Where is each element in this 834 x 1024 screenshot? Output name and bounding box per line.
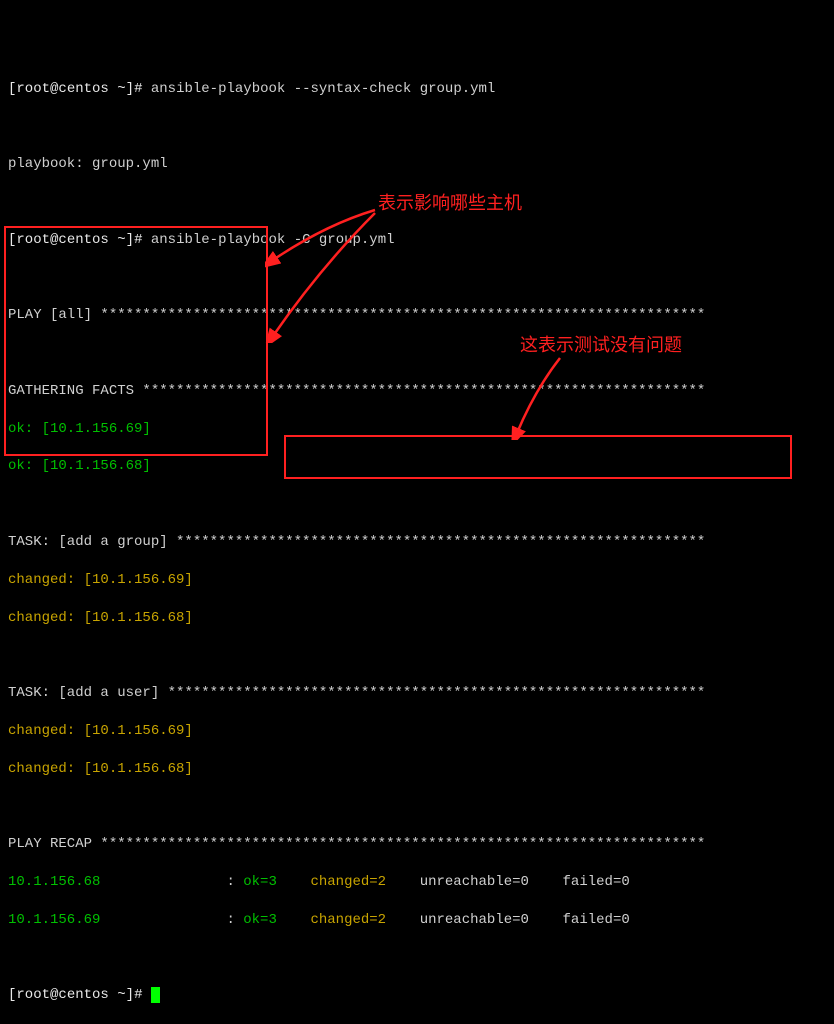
playbook-result: playbook: group.yml xyxy=(8,155,826,174)
task-1-changed-2: changed: [10.1.156.68] xyxy=(8,609,826,628)
blank-line xyxy=(8,797,826,816)
recap-row-1: 10.1.156.68 : ok=3 changed=2 unreachable… xyxy=(8,873,826,892)
gather-ok-2: ok: [10.1.156.68] xyxy=(8,457,826,476)
annotation-test-ok: 这表示测试没有问题 xyxy=(520,333,682,357)
task-2-changed-2: changed: [10.1.156.68] xyxy=(8,760,826,779)
recap-header: PLAY RECAP *****************************… xyxy=(8,835,826,854)
blank-line xyxy=(8,268,826,287)
task-2-changed-1: changed: [10.1.156.69] xyxy=(8,722,826,741)
command-text: ansible-playbook -C group.yml xyxy=(151,232,395,248)
prompt-line-3[interactable]: [root@centos ~]# xyxy=(8,986,826,1005)
cursor-icon xyxy=(151,987,160,1003)
task-1-header: TASK: [add a group] ********************… xyxy=(8,533,826,552)
command-text: ansible-playbook --syntax-check group.ym… xyxy=(151,81,495,97)
gather-ok-1: ok: [10.1.156.69] xyxy=(8,420,826,439)
blank-line xyxy=(8,117,826,136)
task-1-changed-1: changed: [10.1.156.69] xyxy=(8,571,826,590)
blank-line xyxy=(8,495,826,514)
prompt-line-2: [root@centos ~]# ansible-playbook -C gro… xyxy=(8,231,826,250)
prompt-line-1: [root@centos ~]# ansible-playbook --synt… xyxy=(8,80,826,99)
task-2-header: TASK: [add a user] *********************… xyxy=(8,684,826,703)
annotation-hosts: 表示影响哪些主机 xyxy=(378,191,522,215)
blank-line xyxy=(8,344,826,363)
recap-row-2: 10.1.156.69 : ok=3 changed=2 unreachable… xyxy=(8,911,826,930)
blank-line xyxy=(8,949,826,968)
blank-line xyxy=(8,646,826,665)
gathering-header: GATHERING FACTS ************************… xyxy=(8,382,826,401)
play-header: PLAY [all] *****************************… xyxy=(8,306,826,325)
